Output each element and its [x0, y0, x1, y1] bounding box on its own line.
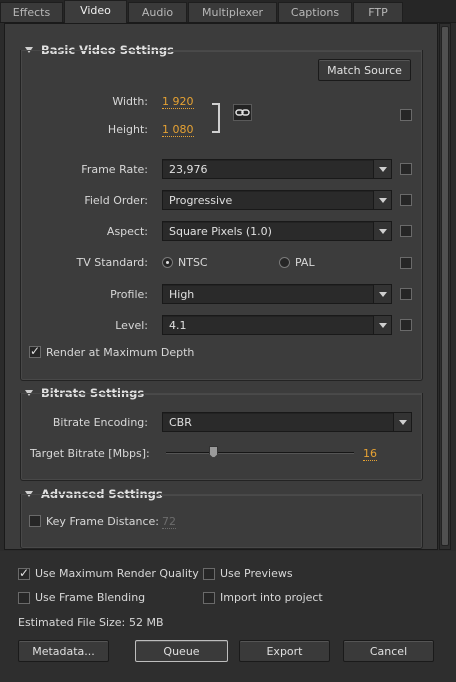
tab-multiplexer-label: Multiplexer — [202, 6, 263, 19]
chevron-down-icon — [373, 285, 391, 303]
use-previews-label: Use Previews — [220, 567, 293, 580]
field-order-checkbox[interactable] — [400, 194, 412, 206]
tab-captions-label: Captions — [290, 6, 340, 19]
export-button[interactable]: Export — [239, 640, 330, 662]
match-source-button[interactable]: Match Source — [318, 59, 411, 81]
import-project-label: Import into project — [220, 591, 323, 604]
profile-label: Profile: — [110, 288, 148, 301]
width-label: Width: — [112, 95, 148, 108]
chevron-down-icon — [373, 316, 391, 334]
frame-rate-checkbox[interactable] — [400, 163, 412, 175]
height-value[interactable]: 1 080 — [162, 123, 194, 137]
chevron-down-icon — [393, 413, 411, 431]
aspect-checkbox[interactable] — [400, 225, 412, 237]
max-render-quality-label: Use Maximum Render Quality — [35, 567, 199, 580]
use-previews-checkbox[interactable] — [203, 568, 215, 580]
level-checkbox[interactable] — [400, 319, 412, 331]
tab-effects[interactable]: Effects — [0, 2, 63, 22]
frame-blending-checkbox[interactable] — [18, 592, 30, 604]
profile-checkbox[interactable] — [400, 288, 412, 300]
frame-rate-dropdown[interactable]: 23,976 — [162, 159, 392, 179]
metadata-button-label: Metadata... — [32, 645, 95, 658]
field-order-label: Field Order: — [84, 194, 148, 207]
vertical-scrollbar[interactable] — [439, 23, 451, 550]
tab-captions[interactable]: Captions — [278, 2, 352, 22]
key-frame-distance-value[interactable]: 72 — [162, 515, 176, 529]
bitrate-encoding-dropdown[interactable]: CBR — [162, 412, 412, 432]
pal-label: PAL — [295, 256, 315, 269]
tab-audio-label: Audio — [141, 6, 174, 19]
profile-value: High — [169, 288, 195, 301]
level-label: Level: — [115, 319, 148, 332]
bitrate-settings-section — [20, 393, 423, 481]
tv-standard-checkbox[interactable] — [400, 257, 412, 269]
key-frame-distance-label: Key Frame Distance: — [46, 515, 160, 528]
frame-rate-label: Frame Rate: — [81, 163, 148, 176]
field-order-dropdown[interactable]: Progressive — [162, 190, 392, 210]
cancel-button[interactable]: Cancel — [343, 640, 434, 662]
tv-standard-label: TV Standard: — [76, 256, 149, 269]
tab-bar: Effects Video Audio Multiplexer Captions… — [0, 0, 456, 23]
bitrate-encoding-value: CBR — [169, 416, 192, 429]
render-max-depth-checkbox[interactable] — [29, 344, 41, 358]
queue-button-label: Queue — [163, 645, 200, 658]
dimension-bracket — [212, 103, 220, 133]
height-label: Height: — [107, 123, 148, 136]
tab-ftp[interactable]: FTP — [353, 2, 403, 22]
metadata-button[interactable]: Metadata... — [18, 640, 109, 662]
tab-ftp-label: FTP — [368, 6, 388, 19]
dimensions-checkbox[interactable] — [400, 109, 412, 121]
frame-rate-value: 23,976 — [169, 163, 208, 176]
aspect-label: Aspect: — [106, 225, 148, 238]
width-value[interactable]: 1 920 — [162, 95, 194, 109]
estimated-file-size-label: Estimated File Size: — [18, 616, 126, 629]
max-render-quality-checkbox[interactable] — [18, 566, 30, 580]
queue-button[interactable]: Queue — [135, 640, 228, 662]
tab-video-label: Video — [80, 4, 111, 17]
export-button-label: Export — [266, 645, 303, 658]
bitrate-encoding-label: Bitrate Encoding: — [52, 416, 148, 429]
import-project-checkbox[interactable] — [203, 592, 215, 604]
render-max-depth-label: Render at Maximum Depth — [46, 346, 195, 359]
tab-multiplexer[interactable]: Multiplexer — [188, 2, 277, 22]
chain-link-icon[interactable] — [233, 104, 252, 121]
frame-blending-label: Use Frame Blending — [35, 591, 146, 604]
pal-radio[interactable] — [279, 257, 290, 268]
target-bitrate-label: Target Bitrate [Mbps]: — [30, 447, 150, 460]
chevron-down-icon — [373, 222, 391, 240]
ntsc-radio[interactable] — [162, 257, 173, 268]
match-source-label: Match Source — [327, 64, 402, 77]
tab-audio[interactable]: Audio — [128, 2, 187, 22]
level-value: 4.1 — [169, 319, 187, 332]
chevron-down-icon — [373, 191, 391, 209]
scrollbar-thumb[interactable] — [441, 26, 449, 546]
chevron-down-icon — [373, 160, 391, 178]
ntsc-label: NTSC — [178, 256, 208, 269]
aspect-value: Square Pixels (1.0) — [169, 225, 272, 238]
tab-effects-label: Effects — [12, 6, 51, 19]
cancel-button-label: Cancel — [369, 645, 408, 658]
aspect-dropdown[interactable]: Square Pixels (1.0) — [162, 221, 392, 241]
level-dropdown[interactable]: 4.1 — [162, 315, 392, 335]
export-options-area: Use Maximum Render Quality Use Previews … — [0, 551, 456, 682]
field-order-value: Progressive — [169, 194, 233, 207]
target-bitrate-slider[interactable] — [166, 452, 354, 454]
profile-dropdown[interactable]: High — [162, 284, 392, 304]
key-frame-distance-checkbox[interactable] — [29, 515, 41, 527]
target-bitrate-value[interactable]: 16 — [363, 447, 377, 461]
tab-video[interactable]: Video — [64, 0, 127, 23]
settings-panel: Basic Video Settings Match Source Width:… — [4, 23, 438, 550]
estimated-file-size-value: 52 MB — [129, 616, 164, 629]
